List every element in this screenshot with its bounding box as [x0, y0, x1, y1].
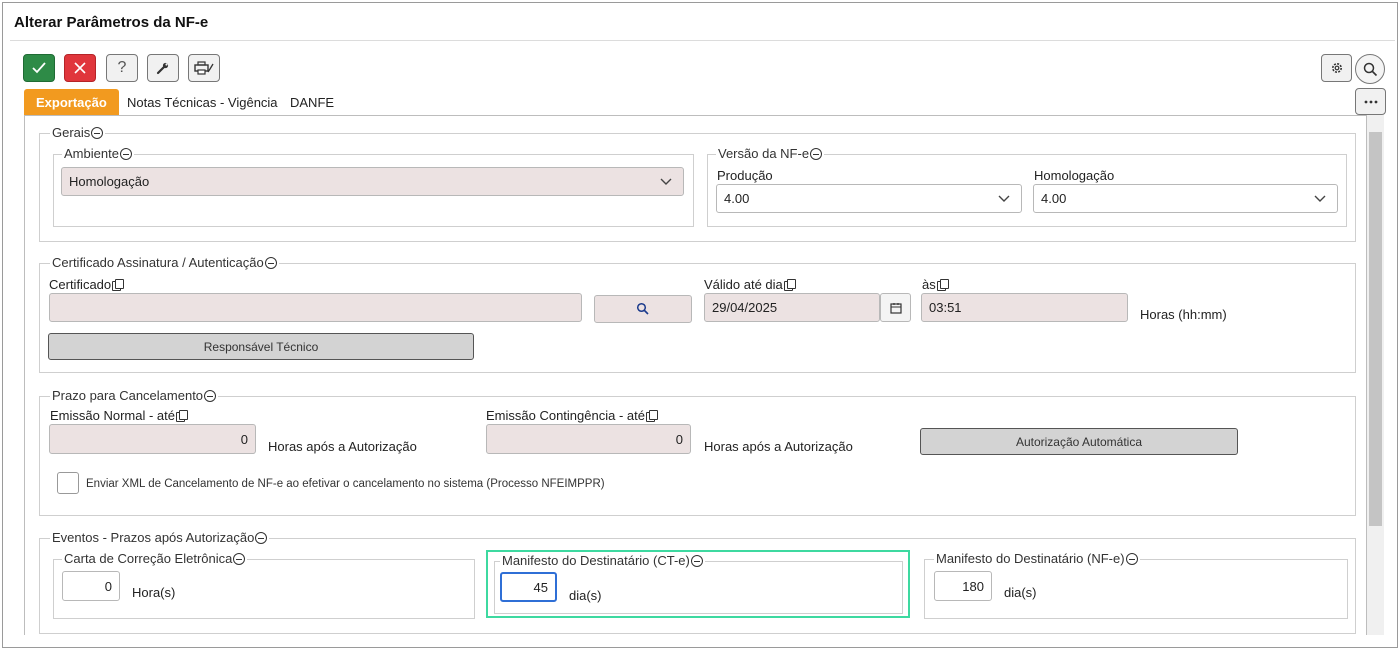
- certificado-label: Certificado: [49, 277, 125, 292]
- ellipsis-icon: [1364, 100, 1377, 103]
- emissao-contingencia-label-text: Emissão Contingência - até: [486, 408, 645, 423]
- manifesto-cte-suffix: dia(s): [569, 588, 602, 603]
- close-icon: [74, 62, 86, 74]
- valido-label: Válido até dia: [704, 277, 796, 292]
- chevron-down-icon: [1314, 195, 1326, 202]
- producao-select[interactable]: 4.00: [716, 184, 1022, 213]
- as-label: às: [922, 277, 949, 292]
- certificado-search-button[interactable]: [594, 295, 692, 323]
- manifesto-cte-legend-text: Manifesto do Destinatário (CT-e): [502, 553, 690, 568]
- emissao-normal-label-text: Emissão Normal - até: [50, 408, 175, 423]
- collapse-icon[interactable]: [119, 147, 132, 160]
- enviar-xml-checkbox[interactable]: [57, 472, 79, 494]
- manifesto-nfe-legend: Manifesto do Destinatário (NF-e): [934, 551, 1140, 566]
- title-divider: [10, 40, 1395, 41]
- collapse-icon[interactable]: [233, 552, 246, 565]
- copy-icon[interactable]: [783, 279, 796, 291]
- collapse-icon[interactable]: [1125, 552, 1138, 565]
- wrench-icon: [156, 62, 169, 75]
- as-time-input[interactable]: 03:51: [921, 293, 1128, 322]
- copy-icon[interactable]: [112, 279, 125, 291]
- settings-button[interactable]: [1321, 54, 1352, 82]
- emissao-normal-label: Emissão Normal - até: [50, 408, 188, 423]
- collapse-icon[interactable]: [810, 147, 823, 160]
- scrollbar-thumb[interactable]: [1369, 132, 1382, 526]
- eventos-legend-text: Eventos - Prazos após Autorização: [52, 530, 255, 545]
- certificado-input[interactable]: [49, 293, 582, 322]
- valido-label-text: Válido até dia: [704, 277, 783, 292]
- print-button[interactable]: [188, 54, 220, 82]
- ambiente-legend-text: Ambiente: [64, 146, 119, 161]
- calendar-icon: [889, 302, 902, 314]
- gerais-legend: Gerais: [50, 125, 106, 140]
- ambiente-select[interactable]: Homologação: [61, 167, 684, 196]
- manifesto-cte-legend: Manifesto do Destinatário (CT-e): [500, 553, 705, 568]
- responsavel-tecnico-button[interactable]: Responsável Técnico: [48, 333, 474, 360]
- carta-correcao-legend: Carta de Correção Eletrônica: [62, 551, 248, 566]
- manifesto-nfe-suffix: dia(s): [1004, 585, 1037, 600]
- copy-icon[interactable]: [175, 410, 188, 422]
- homologacao-select[interactable]: 4.00: [1033, 184, 1338, 213]
- confirm-button[interactable]: [23, 54, 55, 82]
- tools-button[interactable]: [147, 54, 179, 82]
- search-icon: [1363, 62, 1377, 76]
- emissao-normal-input[interactable]: 0: [49, 424, 256, 454]
- more-options-button[interactable]: [1355, 88, 1386, 115]
- enviar-xml-label: Enviar XML de Cancelamento de NF-e ao ef…: [86, 478, 605, 490]
- chevron-down-icon: [998, 195, 1010, 202]
- ambiente-legend: Ambiente: [62, 146, 134, 161]
- eventos-legend: Eventos - Prazos após Autorização: [50, 530, 270, 545]
- gear-icon: [1331, 63, 1342, 73]
- valido-date-input[interactable]: 29/04/2025: [704, 293, 880, 322]
- collapse-icon[interactable]: [255, 531, 268, 544]
- homologacao-select-value: 4.00: [1041, 191, 1067, 206]
- search-button[interactable]: [1355, 54, 1385, 84]
- certificado-legend-text: Certificado Assinatura / Autenticação: [52, 255, 264, 270]
- collapse-icon[interactable]: [91, 126, 104, 139]
- collapse-icon[interactable]: [204, 389, 217, 402]
- emissao-contingencia-label: Emissão Contingência - até: [486, 408, 658, 423]
- collapse-icon[interactable]: [264, 256, 277, 269]
- help-button[interactable]: ?: [106, 54, 138, 82]
- page-title: Alterar Parâmetros da NF-e: [14, 14, 209, 31]
- tab-danfe[interactable]: DANFE: [278, 89, 346, 115]
- ambiente-select-value: Homologação: [69, 174, 150, 189]
- prazo-legend-text: Prazo para Cancelamento: [52, 388, 204, 403]
- tab-notas-tecnicas[interactable]: Notas Técnicas - Vigência: [115, 89, 290, 115]
- homologacao-label: Homologação: [1034, 168, 1115, 183]
- check-icon: [32, 62, 46, 74]
- gerais-legend-text: Gerais: [52, 125, 91, 140]
- collapse-icon[interactable]: [690, 554, 703, 567]
- carta-correcao-suffix: Hora(s): [132, 585, 176, 600]
- copy-icon[interactable]: [645, 410, 658, 422]
- carta-correcao-input[interactable]: 0: [62, 571, 120, 601]
- emissao-contingencia-suffix: Horas após a Autorização: [704, 439, 853, 454]
- versao-legend-text: Versão da NF-e: [718, 146, 810, 161]
- printer-icon: [194, 61, 214, 75]
- producao-select-value: 4.00: [724, 191, 750, 206]
- calendar-button[interactable]: [880, 293, 911, 322]
- cancel-button[interactable]: [64, 54, 96, 82]
- manifesto-nfe-legend-text: Manifesto do Destinatário (NF-e): [936, 551, 1125, 566]
- producao-label: Produção: [717, 168, 773, 183]
- prazo-legend: Prazo para Cancelamento: [50, 388, 219, 403]
- chevron-down-icon: [660, 178, 672, 185]
- prazo-group: [39, 396, 1356, 516]
- search-icon: [636, 302, 649, 315]
- carta-correcao-legend-text: Carta de Correção Eletrônica: [64, 551, 233, 566]
- autorizacao-automatica-button[interactable]: Autorização Automática: [920, 428, 1238, 455]
- certificado-label-text: Certificado: [49, 277, 112, 292]
- emissao-normal-suffix: Horas após a Autorização: [268, 439, 417, 454]
- horas-label: Horas (hh:mm): [1140, 307, 1227, 322]
- versao-legend: Versão da NF-e: [716, 146, 825, 161]
- copy-icon[interactable]: [936, 279, 949, 291]
- certificado-legend: Certificado Assinatura / Autenticação: [50, 255, 279, 270]
- emissao-contingencia-input[interactable]: 0: [486, 424, 691, 454]
- manifesto-cte-input[interactable]: 45: [500, 572, 557, 602]
- manifesto-nfe-input[interactable]: 180: [934, 571, 992, 601]
- as-label-text: às: [922, 277, 936, 292]
- tab-exportacao[interactable]: Exportação: [24, 89, 119, 115]
